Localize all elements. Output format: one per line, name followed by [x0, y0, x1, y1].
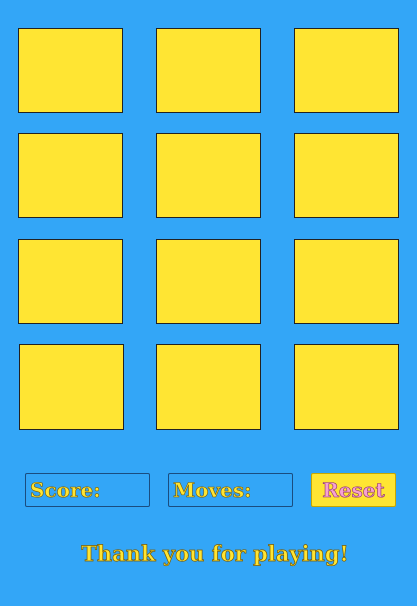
card-2[interactable]	[156, 28, 261, 113]
card-10[interactable]	[19, 344, 124, 430]
card-6[interactable]	[294, 133, 399, 218]
card-1[interactable]	[18, 28, 123, 113]
card-11[interactable]	[156, 344, 261, 430]
card-7[interactable]	[18, 239, 123, 324]
card-8[interactable]	[156, 239, 261, 324]
reset-button-label: Reset	[322, 478, 385, 502]
moves-display: Moves:	[168, 473, 293, 507]
reset-button[interactable]: Reset	[311, 473, 396, 507]
score-label: Score:	[30, 478, 101, 502]
score-display: Score:	[25, 473, 150, 507]
card-12[interactable]	[294, 344, 399, 430]
card-4[interactable]	[18, 133, 123, 218]
moves-label: Moves:	[173, 478, 252, 502]
card-9[interactable]	[294, 239, 399, 324]
card-5[interactable]	[156, 133, 261, 218]
thank-you-message: Thank you for playing!	[81, 541, 349, 567]
card-3[interactable]	[294, 28, 399, 113]
